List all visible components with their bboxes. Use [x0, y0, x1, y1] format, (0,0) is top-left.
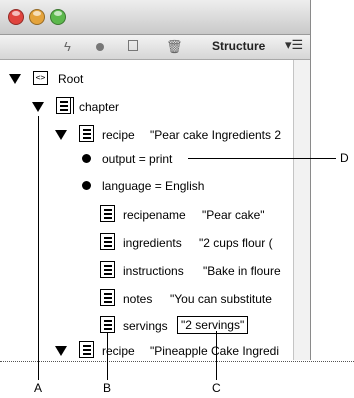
attribute-bullet-icon	[82, 154, 91, 163]
tree-item-instructions-value: "Bake in floure	[203, 264, 281, 278]
vertical-scrollbar[interactable]	[293, 60, 310, 360]
element-icon	[100, 289, 115, 306]
tree-item-recipe-value: "Pineapple Cake Ingredi	[150, 344, 280, 358]
tree-item-instructions[interactable]: instructions	[123, 264, 184, 278]
tree-item-recipe-value: "Pear cake Ingredients 2	[150, 128, 282, 142]
expand-triangle-icon[interactable]	[55, 130, 67, 140]
lightning-icon[interactable]: ϟ	[64, 39, 71, 55]
panel-title: Structure	[212, 39, 266, 53]
callout-leader-c	[216, 331, 217, 380]
panel-bottom-divider	[0, 361, 354, 362]
expand-triangle-icon[interactable]	[32, 102, 44, 112]
tree-item-root[interactable]: Root	[58, 72, 83, 86]
callout-leader-a	[38, 116, 39, 380]
tree-item-recipename-value: "Pear cake"	[202, 208, 265, 222]
close-light-icon[interactable]	[8, 9, 24, 25]
structure-panel: ϟ 🗑 Structure ▾☰ <> Root chapter recipe …	[0, 0, 311, 360]
element-icon	[79, 341, 94, 358]
element-icon	[100, 233, 115, 250]
root-element-icon: <>	[33, 71, 48, 85]
callout-b: B	[103, 381, 112, 395]
zoom-light-icon[interactable]	[50, 9, 66, 25]
callout-a: A	[34, 381, 43, 395]
bullet-dot-icon[interactable]	[96, 43, 104, 51]
frame-icon[interactable]	[128, 40, 138, 51]
element-icon	[100, 316, 115, 333]
tree-item-ingredients-value: "2 cups flour (	[199, 236, 273, 250]
panel-toolbar: ϟ 🗑 Structure ▾☰	[0, 35, 310, 60]
element-icon	[56, 97, 74, 114]
callout-leader-b	[107, 333, 108, 380]
panel-menu-icon[interactable]: ▾☰	[285, 37, 303, 53]
tree-item-notes[interactable]: notes	[123, 292, 152, 306]
tree-item-notes-value: "You can substitute	[170, 292, 272, 306]
callout-leader-d	[188, 158, 336, 159]
attribute-bullet-icon	[82, 181, 91, 190]
expand-triangle-icon[interactable]	[9, 74, 21, 84]
tree-item-servings-value: "2 servings"	[177, 316, 249, 334]
trash-icon[interactable]: 🗑	[166, 39, 183, 55]
attribute-language[interactable]: language = English	[102, 179, 204, 193]
element-icon	[100, 205, 115, 222]
attribute-output[interactable]: output = print	[102, 152, 172, 166]
callout-c: C	[212, 381, 221, 395]
tree-item-recipename[interactable]: recipename	[123, 208, 186, 222]
tree-item-recipe-name[interactable]: recipe	[102, 128, 135, 142]
element-icon	[100, 261, 115, 278]
element-icon	[79, 125, 94, 142]
tree-item-servings[interactable]: servings	[123, 319, 168, 333]
callout-d: D	[340, 151, 349, 165]
tree-item-ingredients[interactable]: ingredients	[123, 236, 182, 250]
window-titlebar	[0, 0, 310, 35]
tree-item-chapter[interactable]: chapter	[79, 100, 119, 114]
minimize-light-icon[interactable]	[29, 9, 45, 25]
expand-triangle-icon[interactable]	[55, 346, 67, 356]
